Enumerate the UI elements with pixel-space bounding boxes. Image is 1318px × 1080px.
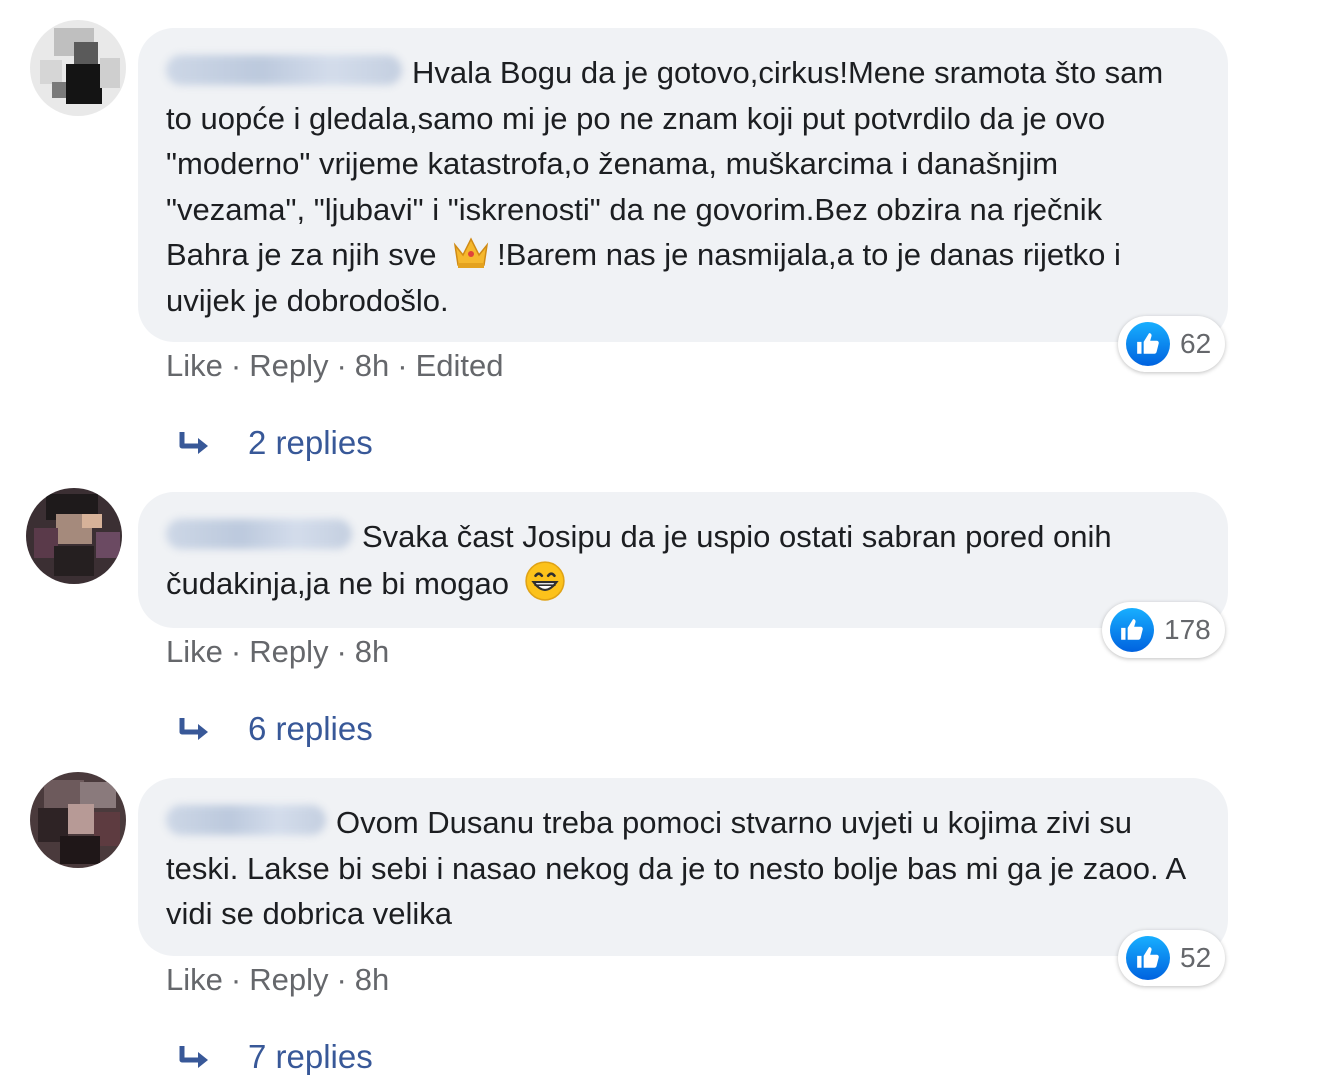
avatar[interactable] (30, 772, 126, 868)
comment-bubble: Hvala Bogu da je gotovo,cirkus!Mene sram… (138, 28, 1228, 342)
comment-bubble: Ovom Dusanu treba pomoci stvarno uvjeti … (138, 778, 1228, 956)
reply-arrow-icon (179, 1046, 208, 1068)
author-name-blurred[interactable] (166, 519, 352, 549)
reaction-count: 52 (1180, 942, 1212, 973)
view-replies-link[interactable]: 7 replies (178, 1038, 373, 1076)
crown-icon (454, 237, 489, 268)
reaction-count-pill[interactable]: 62 (1118, 316, 1226, 372)
avatar[interactable] (30, 20, 126, 116)
like-button[interactable]: Like (166, 348, 223, 383)
like-icon (1110, 608, 1154, 652)
edited-label[interactable]: Edited (416, 348, 504, 383)
comment-actions: Like · Reply · 8h (166, 962, 390, 997)
reaction-count-pill[interactable]: 52 (1118, 930, 1226, 986)
view-replies-link[interactable]: 6 replies (178, 710, 373, 748)
timestamp[interactable]: 8h (355, 962, 389, 997)
comment-bubble: Svaka čast Josipu da je uspio ostati sab… (138, 492, 1228, 628)
avatar[interactable] (26, 488, 122, 584)
comment-actions: Like · Reply · 8h · Edited (166, 348, 504, 383)
replies-count: 2 replies (248, 424, 373, 461)
grinning-face-icon (524, 560, 565, 601)
timestamp[interactable]: 8h (355, 634, 389, 669)
replies-count: 7 replies (248, 1038, 373, 1075)
reaction-count: 62 (1180, 328, 1212, 359)
author-name-blurred[interactable] (166, 55, 402, 85)
like-icon (1126, 936, 1170, 980)
reply-arrow-icon (179, 432, 208, 454)
reply-button[interactable]: Reply (249, 634, 328, 669)
view-replies-link[interactable]: 2 replies (178, 424, 373, 462)
like-button[interactable]: Like (166, 962, 223, 997)
reply-button[interactable]: Reply (249, 962, 328, 997)
replies-count: 6 replies (248, 710, 373, 747)
timestamp[interactable]: 8h (355, 348, 389, 383)
like-icon (1126, 322, 1170, 366)
comment-actions: Like · Reply · 8h (166, 634, 390, 669)
author-name-blurred[interactable] (166, 805, 326, 835)
like-button[interactable]: Like (166, 634, 223, 669)
reaction-count: 178 (1164, 614, 1211, 645)
reply-arrow-icon (179, 718, 208, 740)
reply-button[interactable]: Reply (249, 348, 328, 383)
reaction-count-pill[interactable]: 178 (1102, 602, 1225, 658)
